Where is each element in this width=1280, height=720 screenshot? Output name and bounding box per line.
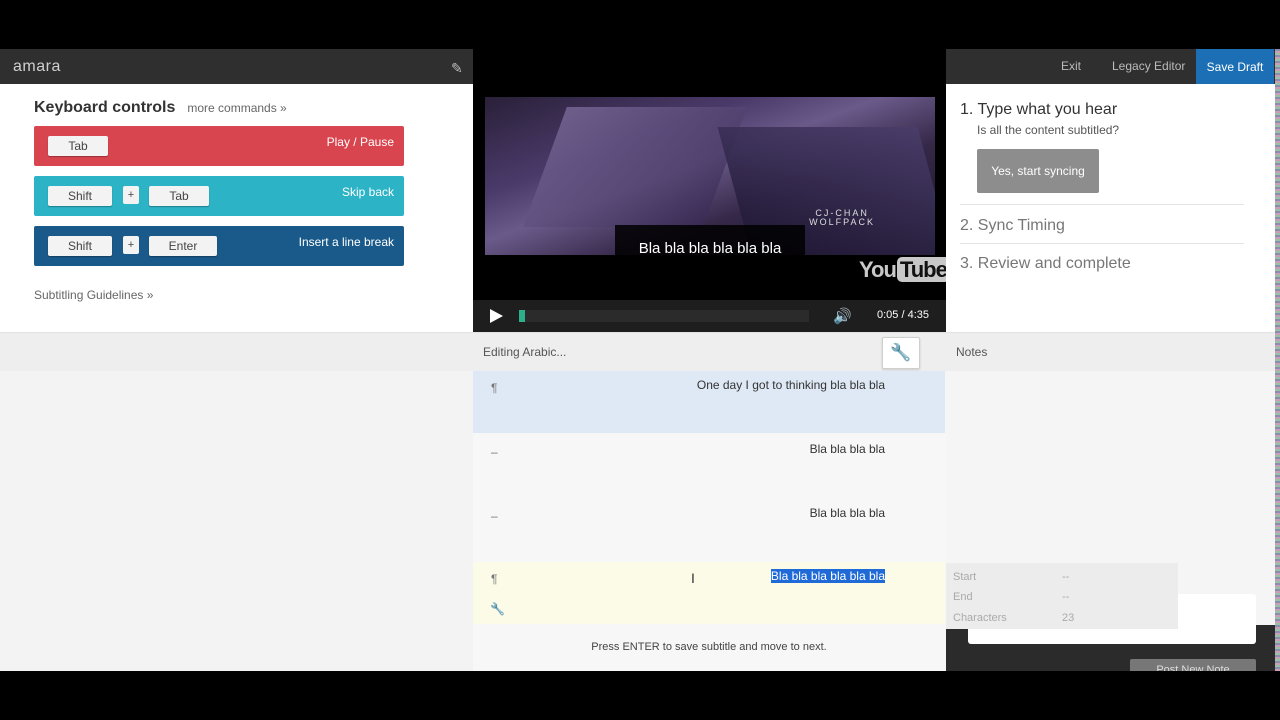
subtitle-editor-app: amara ✎ Keyboard controls more commands … [0, 49, 1275, 671]
key-plus: + [123, 236, 139, 254]
youtube-logo-you: You [859, 257, 897, 282]
step-2-title: 2. Sync Timing [960, 217, 1065, 234]
key-tab: Tab [48, 136, 108, 156]
subtitle-row[interactable]: – Bla bla bla bla [473, 435, 945, 497]
more-commands-link[interactable]: more commands » [187, 101, 286, 115]
dash-marker-icon[interactable]: – [491, 509, 498, 523]
info-value: -- [1062, 571, 1070, 583]
progress-bar[interactable] [519, 310, 809, 322]
shortcut-action: Play / Pause [326, 135, 394, 149]
notes-panel: Notes Post New Note Start -- End -- Char… [946, 332, 1275, 671]
editing-language-label: Editing Arabic... [483, 345, 567, 359]
subtitling-guidelines-link[interactable]: Subtitling Guidelines » [34, 288, 153, 302]
lower-left-strip [0, 333, 473, 371]
subtitle-info-tooltip: Start -- End -- Characters 23 [946, 563, 1178, 629]
shortcut-action: Insert a line break [298, 235, 394, 249]
info-label: Start [953, 571, 977, 583]
shortcut-line-break: Shift + Enter Insert a line break [34, 226, 404, 266]
shortcut-action: Skip back [341, 185, 394, 199]
info-label: End [953, 591, 973, 603]
subtitle-input[interactable]: Bla bla bla bla bla bla [770, 569, 885, 583]
step-1-question: Is all the content subtitled? [977, 123, 1120, 137]
subtitle-row[interactable]: – Bla bla bla bla [473, 499, 945, 561]
selected-text[interactable]: Bla bla bla bla bla bla [770, 569, 885, 583]
key-tab: Tab [149, 186, 209, 206]
video-watermark: CJ-CHAN WOLFPACK [809, 209, 875, 227]
legacy-editor-link[interactable]: Legacy Editor [1112, 59, 1185, 73]
post-note-button[interactable]: Post New Note [1130, 659, 1256, 671]
time-display: 0:05 / 4:35 [877, 309, 929, 321]
steps-panel: Exit Legacy Editor Save Draft 1. Type wh… [946, 49, 1275, 332]
paragraph-marker-icon[interactable]: ¶ [491, 572, 497, 586]
start-syncing-button[interactable]: Yes, start syncing [977, 149, 1099, 193]
shortcut-play-pause: Tab Play / Pause [34, 126, 404, 166]
editor-header: Editing Arabic... 🔧 [473, 333, 946, 371]
subtitle-text[interactable]: Bla bla bla bla [810, 506, 885, 520]
keyboard-panel: amara ✎ Keyboard controls more commands … [0, 49, 473, 332]
key-enter: Enter [149, 236, 217, 256]
key-shift: Shift [48, 236, 112, 256]
info-value: 23 [1062, 612, 1075, 624]
watermark-line: WOLFPACK [809, 217, 875, 227]
amara-logo[interactable]: amara [13, 58, 61, 76]
subtitle-overlay: Bla bla bla bla bla bla [615, 225, 805, 271]
video-player: CJ-CHAN WOLFPACK Bla bla bla bla bla bla… [473, 49, 950, 332]
progress-fill [519, 310, 525, 322]
subtitle-row[interactable]: ¶ One day I got to thinking bla bla bla [473, 371, 945, 433]
video-scene-rock [523, 107, 747, 227]
divider [960, 243, 1244, 244]
key-shift: Shift [48, 186, 112, 206]
info-label: Characters [953, 612, 1007, 624]
lower-left-area [0, 332, 473, 671]
wrench-icon[interactable]: 🔧 [490, 602, 505, 616]
divider [960, 204, 1244, 205]
notes-header: Notes [946, 333, 1275, 371]
subtitle-row-active[interactable]: ¶ I Bla bla bla bla bla bla 🔧 [473, 562, 945, 624]
info-value: -- [1062, 591, 1070, 603]
paragraph-marker-icon[interactable]: ¶ [491, 381, 497, 395]
subtitle-text[interactable]: Bla bla bla bla [810, 442, 885, 456]
volume-icon[interactable]: 🔊 [833, 307, 852, 325]
youtube-logo-tube: Tube [896, 257, 950, 282]
subtitle-editor: Editing Arabic... 🔧 ¶ One day I got to t… [473, 332, 946, 671]
exit-link[interactable]: Exit [1061, 59, 1081, 73]
play-icon[interactable] [490, 309, 503, 323]
dash-marker-icon[interactable]: – [491, 445, 498, 459]
save-draft-button[interactable]: Save Draft [1196, 49, 1274, 84]
text-cursor-icon: I [691, 570, 695, 586]
keyboard-controls-title: Keyboard controls [34, 99, 176, 116]
subtitle-text[interactable]: One day I got to thinking bla bla bla [697, 378, 885, 392]
step-1-title: 1. Type what you hear [960, 101, 1118, 118]
shortcut-skip-back: Shift + Tab Skip back [34, 176, 404, 216]
top-nav: Exit Legacy Editor Save Draft [946, 49, 1275, 84]
key-plus: + [123, 186, 139, 204]
amara-bar: amara ✎ [0, 49, 473, 84]
youtube-logo[interactable]: You Tube [859, 257, 950, 283]
enter-hint: Press ENTER to save subtitle and move to… [591, 641, 827, 653]
video-controls: 🔊 0:05 / 4:35 [473, 300, 946, 332]
wrench-icon[interactable]: 🔧 [882, 337, 920, 369]
screen-edge-artifact [1275, 49, 1280, 671]
step-3-title: 3. Review and complete [960, 255, 1131, 272]
notes-title: Notes [956, 345, 988, 359]
pencil-icon[interactable]: ✎ [451, 60, 465, 76]
